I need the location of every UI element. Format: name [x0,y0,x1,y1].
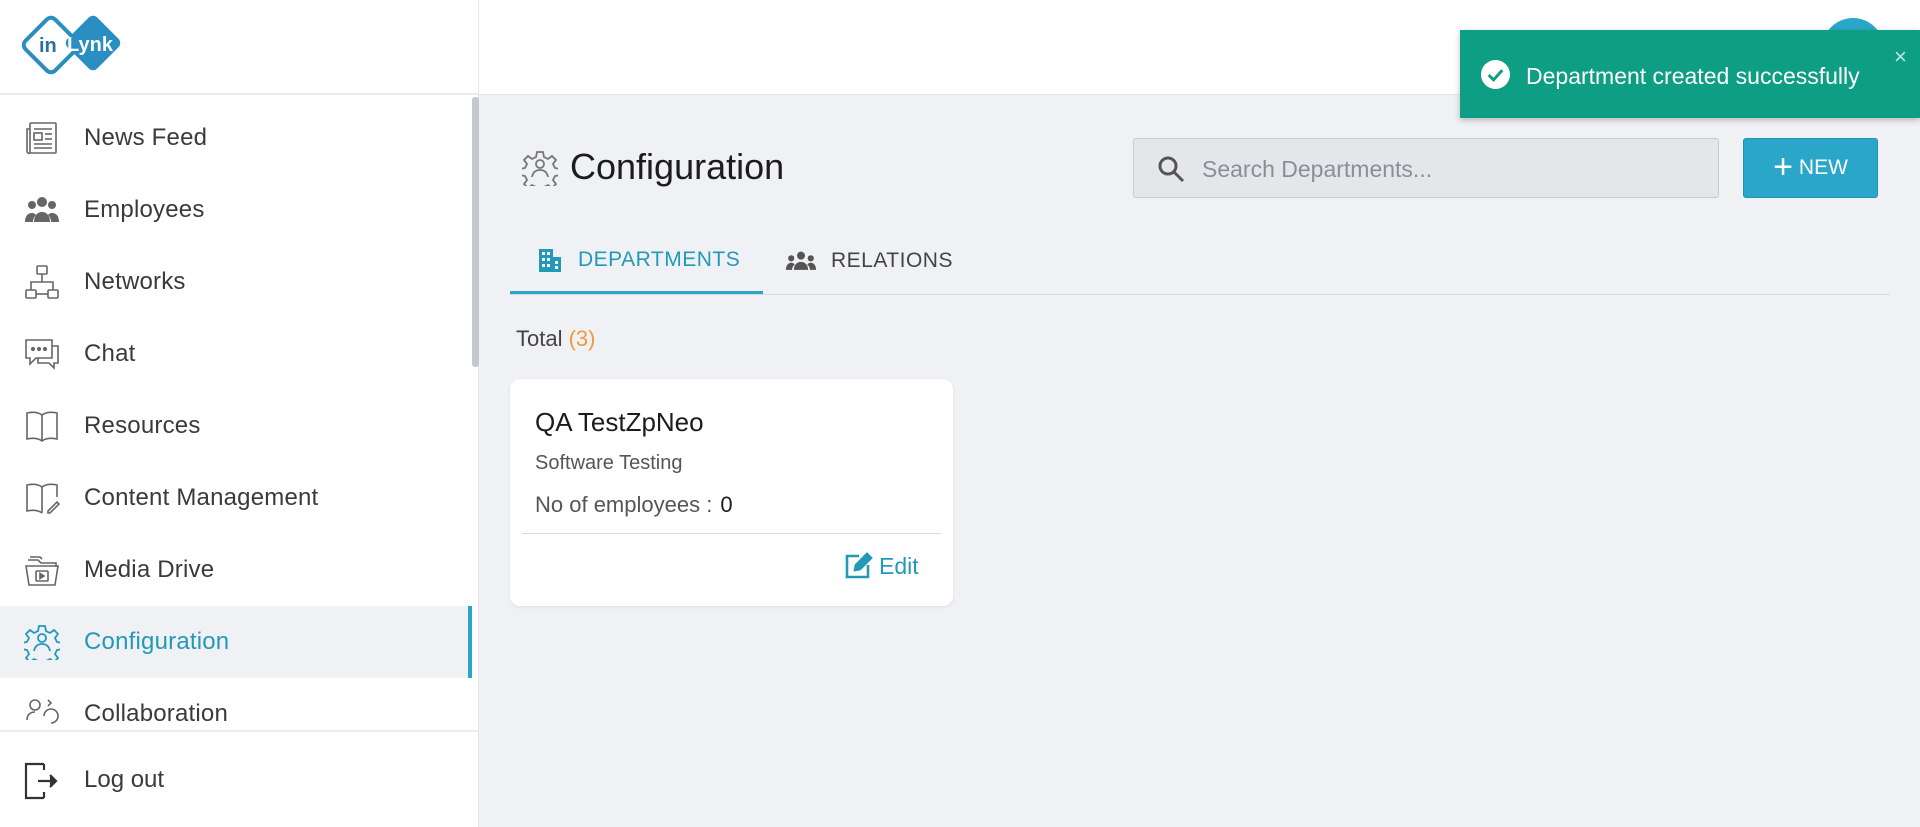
logo-area: in Lynk [0,0,478,95]
gear-icon [522,151,558,186]
department-description: Software Testing [535,452,683,474]
collaboration-icon [26,699,59,724]
users-icon [785,251,817,270]
search-icon [1158,156,1185,183]
sidebar-item-chat[interactable]: Chat [0,318,472,390]
chat-icon [25,339,59,370]
sidebar-item-label: Collaboration [84,700,229,727]
employee-count: No of employees : 0 [535,492,733,518]
sidebar-item-label: Resources [84,412,201,439]
tab-label: RELATIONS [831,249,953,272]
edit-icon [845,552,873,579]
logout-label: Log out [84,766,165,793]
toast-message: Department created successfully [1526,63,1860,89]
building-icon [539,248,561,272]
tab-departments[interactable]: DEPARTMENTS [510,228,763,294]
logout-button[interactable]: Log out [0,730,478,827]
success-toast: Department created successfully × [1460,30,1920,118]
total-label: Total [516,326,563,351]
sidebar-item-label: Media Drive [84,556,215,583]
sidebar-item-resources[interactable]: Resources [0,390,472,462]
new-button-label: NEW [1798,156,1848,179]
sidebar-item-configuration[interactable]: Configuration [0,606,472,678]
sidebar-item-employees[interactable]: Employees [0,174,472,246]
tabs: DEPARTMENTS RELATIONS [510,228,1890,295]
gear-icon [24,625,60,660]
users-icon [25,197,59,222]
sidebar-item-news-feed[interactable]: News Feed [0,102,472,174]
plus-icon: + [1773,147,1793,186]
check-circle-icon [1480,59,1511,90]
svg-text:in: in [39,35,57,57]
sidebar-nav: News Feed Employees Networks Chat Resour… [0,95,472,730]
department-card: QA TestZpNeo Software Testing No of empl… [510,379,953,606]
sidebar-item-networks[interactable]: Networks [0,246,472,318]
newspaper-icon [26,122,57,155]
total-count-value: (3) [568,326,596,351]
sidebar-item-label: Chat [84,340,136,367]
sidebar-scrollbar[interactable] [472,97,479,367]
department-name: QA TestZpNeo [535,407,704,437]
sidebar-item-label: Configuration [84,628,230,655]
svg-text:Lynk: Lynk [67,34,114,56]
search-input[interactable] [1200,147,1704,191]
sidebar-item-label: Content Management [84,484,319,511]
edit-button[interactable]: Edit [843,551,919,581]
employee-count-label: No of employees : [535,492,713,517]
sidebar-item-content-management[interactable]: Content Management [0,462,472,534]
sidebar-item-label: Employees [84,196,205,223]
tab-relations[interactable]: RELATIONS [785,228,953,294]
sidebar-item-label: News Feed [84,124,208,151]
sidebar: in Lynk News Feed Employees Networks Cha… [0,0,479,827]
search-box [1133,138,1719,198]
sidebar-item-media-drive[interactable]: Media Drive [0,534,472,606]
close-icon[interactable]: × [1894,44,1907,70]
tab-label: DEPARTMENTS [578,247,741,271]
total-count: Total (3) [516,326,596,352]
new-department-button[interactable]: + NEW [1743,138,1878,198]
edit-label: Edit [879,552,919,579]
logout-icon [24,762,58,800]
media-folder-icon [25,556,59,586]
sidebar-item-collaboration[interactable]: Collaboration [0,678,472,730]
employee-count-value: 0 [720,492,733,517]
sidebar-item-label: Networks [84,268,186,295]
page-title: Configuration [570,146,785,187]
network-icon [25,265,59,299]
card-divider [522,533,941,534]
inlynk-logo[interactable]: in Lynk [22,14,128,78]
book-icon [26,411,58,442]
book-edit-icon [26,483,60,514]
